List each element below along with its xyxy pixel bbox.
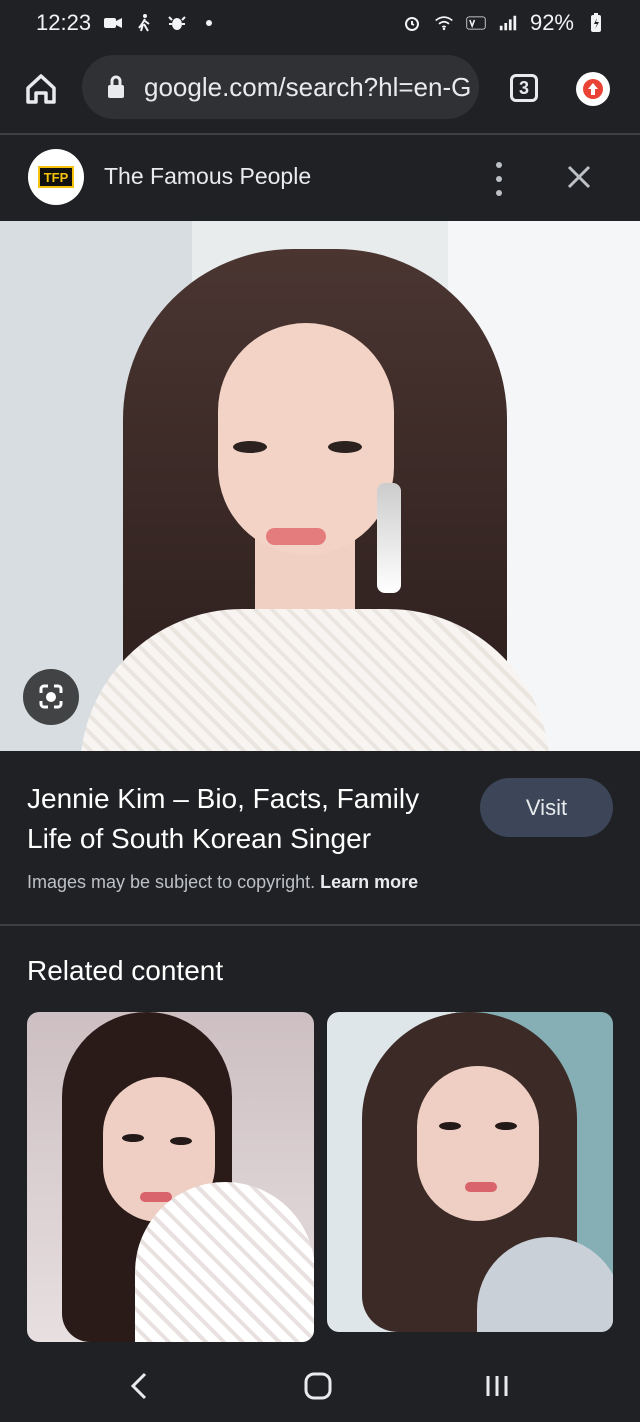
tabs-button[interactable]: 3 <box>510 74 538 102</box>
address-bar[interactable]: google.com/search?hl=en-G <box>82 55 479 119</box>
home-button[interactable] <box>22 70 60 108</box>
earring <box>377 483 401 593</box>
alarm-icon <box>402 13 422 33</box>
result-title[interactable]: Jennie Kim – Bio, Facts, Family Life of … <box>27 779 463 859</box>
bug-icon <box>167 13 187 33</box>
related-image-2[interactable] <box>327 1012 613 1332</box>
tfp-logo: TFP <box>38 166 74 188</box>
back-button[interactable] <box>119 1366 159 1406</box>
google-lens-button[interactable] <box>23 669 79 725</box>
copyright-text: Images may be subject to copyright. <box>27 872 316 892</box>
system-navigation-bar <box>0 1344 640 1422</box>
back-icon <box>130 1372 147 1400</box>
battery-percent: 92% <box>529 10 574 35</box>
browser-toolbar: google.com/search?hl=en-G 3 <box>0 48 640 132</box>
dot-icon <box>199 13 219 33</box>
related-image-1[interactable] <box>27 1012 314 1342</box>
visit-button[interactable]: Visit <box>480 778 613 837</box>
walk-icon <box>135 13 155 33</box>
update-icon <box>583 79 603 99</box>
home-nav-button[interactable] <box>298 1366 338 1406</box>
video-icon <box>103 13 123 33</box>
learn-more-link[interactable]: Learn more <box>320 872 418 892</box>
image-source-header: TFP The Famous People <box>0 135 640 221</box>
image-subject-face <box>218 323 394 555</box>
home-icon <box>26 74 56 104</box>
clock: 12:23 <box>36 10 92 35</box>
section-divider <box>0 924 640 926</box>
more-vert-icon <box>496 162 502 168</box>
battery-charging-icon <box>586 13 606 33</box>
status-left: 12:23 <box>36 10 219 36</box>
close-button[interactable] <box>564 162 594 192</box>
home-nav-icon <box>304 1372 332 1400</box>
wifi-icon <box>434 13 454 33</box>
url-text: google.com/search?hl=en-G <box>144 71 472 102</box>
status-right: 92% <box>402 10 606 36</box>
update-button[interactable] <box>576 72 610 106</box>
more-options-button[interactable] <box>489 162 509 196</box>
status-bar: 12:23 92% <box>0 0 640 46</box>
recents-icon <box>486 1376 508 1396</box>
source-logo: TFP <box>28 149 84 205</box>
lock-icon <box>108 75 124 98</box>
recents-button[interactable] <box>477 1366 517 1406</box>
close-icon <box>567 165 591 189</box>
lens-icon <box>39 684 63 709</box>
signal-icon <box>498 13 518 33</box>
source-name: The Famous People <box>104 163 312 189</box>
result-image[interactable] <box>0 221 640 751</box>
tab-count: 3 <box>518 77 529 98</box>
copyright-notice: Images may be subject to copyright. Lear… <box>27 872 418 893</box>
related-content-heading: Related content <box>27 955 224 986</box>
volte-icon <box>466 13 486 33</box>
